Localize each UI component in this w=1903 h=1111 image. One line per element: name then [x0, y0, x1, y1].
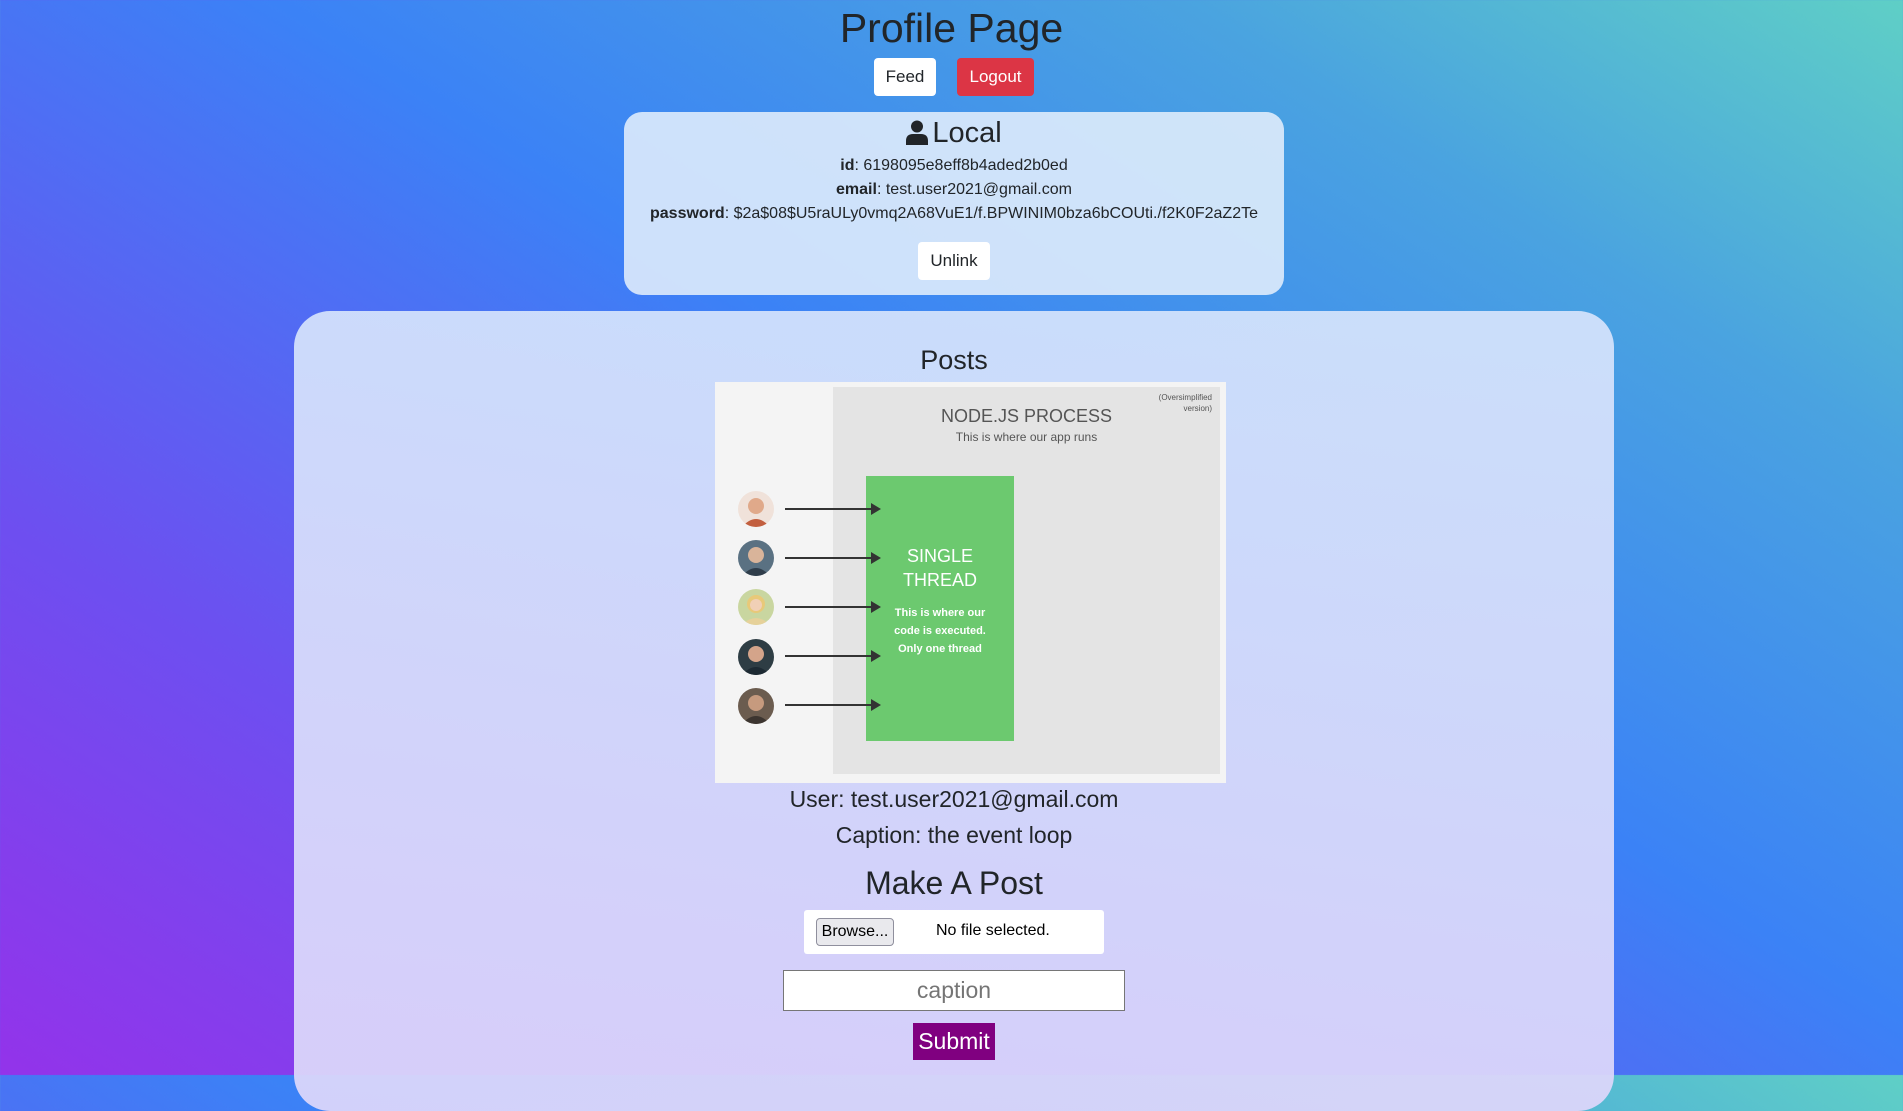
avatar	[738, 540, 774, 576]
local-title: Local	[932, 117, 1002, 149]
page-title: Profile Page	[839, 5, 1064, 51]
posts-panel: Posts (Oversimplified version) NODE.JS P…	[294, 311, 1614, 1111]
local-heading: Local	[624, 113, 1284, 153]
process-subtitle: This is where our app runs	[955, 430, 1098, 444]
make-post-title: Make A Post	[865, 865, 1043, 901]
id-label: id	[840, 157, 855, 174]
id-value: 6198095e8eff8b4aded2b0ed	[863, 157, 1068, 174]
avatar	[738, 688, 774, 724]
arrow	[785, 601, 881, 613]
local-account-card: Local id: 6198095e8eff8b4aded2b0ed email…	[624, 112, 1284, 295]
file-status: No file selected.	[936, 922, 1050, 939]
process-box: (Oversimplified version) NODE.JS PROCESS…	[833, 387, 1220, 774]
caption-input[interactable]	[783, 970, 1125, 1011]
browse-button[interactable]: Browse...	[816, 918, 894, 946]
arrow	[785, 699, 881, 711]
thread-desc: This is where our code is executed. Only…	[894, 607, 986, 655]
password-row: password: $2a$08$U5raULy0vmq2A68VuE1/f.B…	[650, 205, 1258, 222]
file-input[interactable]: Browse... No file selected.	[804, 910, 1104, 954]
arrow	[785, 552, 881, 564]
email-row: email: test.user2021@gmail.com	[836, 181, 1072, 198]
thread-title: SINGLE THREAD	[902, 546, 977, 590]
email-label: email	[836, 181, 877, 198]
email-value: test.user2021@gmail.com	[885, 181, 1072, 198]
arrow	[785, 503, 881, 515]
avatar	[738, 491, 774, 527]
avatar	[738, 589, 774, 625]
submit-button[interactable]: Submit	[913, 1023, 995, 1060]
posts-title: Posts	[920, 345, 988, 375]
password-value: $2a$08$U5raULy0vmq2A68VuE1/f.BPWINIM0bza…	[733, 205, 1258, 222]
logout-button[interactable]: Logout	[957, 58, 1034, 96]
feed-button[interactable]: Feed	[874, 58, 936, 96]
user-icon	[906, 120, 929, 145]
password-label: password	[650, 205, 725, 222]
single-thread-box: SINGLE THREAD This is where our code is …	[866, 476, 1014, 741]
post-image: (Oversimplified version) NODE.JS PROCESS…	[715, 382, 1226, 783]
process-title: NODE.JS PROCESS	[940, 406, 1113, 426]
post-caption: Caption: the event loop	[835, 822, 1073, 848]
arrow	[785, 650, 881, 662]
id-row: id: 6198095e8eff8b4aded2b0ed	[840, 157, 1068, 174]
avatar	[738, 639, 774, 675]
unlink-button[interactable]: Unlink	[918, 242, 990, 280]
post-user: User: test.user2021@gmail.com	[789, 786, 1119, 812]
